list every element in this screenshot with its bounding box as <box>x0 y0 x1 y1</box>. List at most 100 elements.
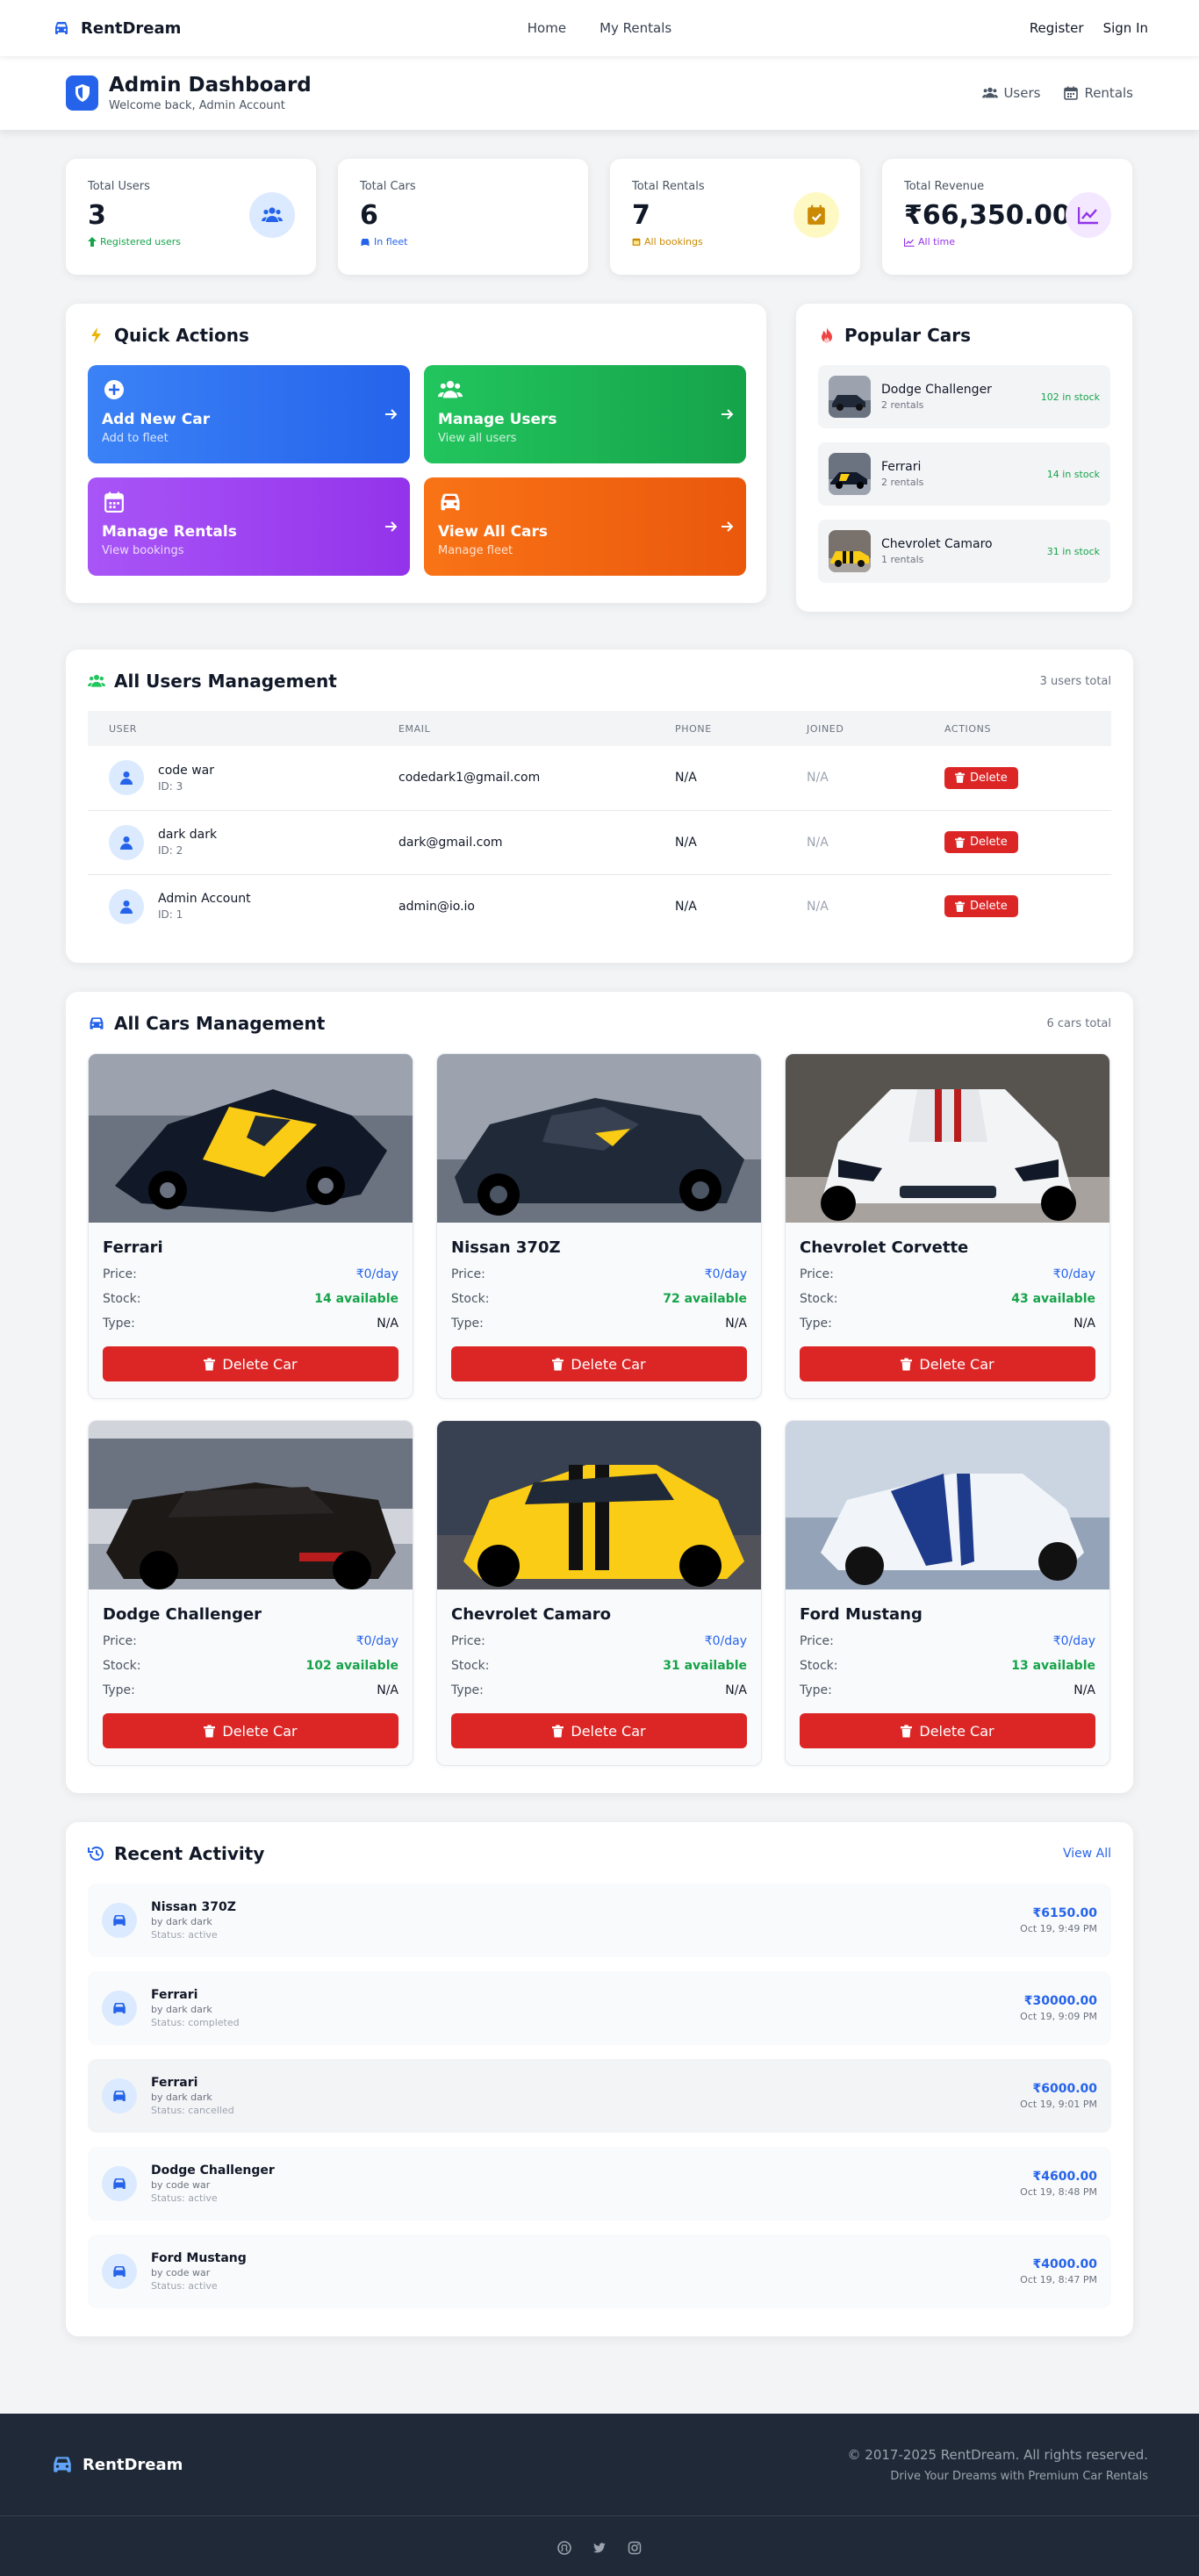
delete-user-button[interactable]: Delete <box>944 895 1018 918</box>
view-all-link[interactable]: View All <box>1063 1847 1111 1861</box>
car-stock: 43 available <box>1011 1292 1095 1306</box>
stock-label: Stock: <box>103 1292 141 1306</box>
table-header-row: USER EMAIL PHONE JOINED ACTIONS <box>88 711 1111 746</box>
delete-user-button[interactable]: Delete <box>944 831 1018 853</box>
user-id: ID: 2 <box>158 844 183 857</box>
car-icon <box>90 1017 104 1030</box>
popular-car-item[interactable]: Chevrolet Camaro 1 rentals 31 in stock <box>818 520 1110 583</box>
instagram-icon[interactable] <box>628 2541 642 2555</box>
brand-logo[interactable]: RentDream <box>51 18 181 39</box>
welcome-text: Welcome back, Admin Account <box>109 99 285 112</box>
car-card: Chevrolet Camaro Price: ₹0/day Stock: 31 a… <box>436 1420 762 1766</box>
car-stock-row: Stock: 14 available <box>103 1292 398 1306</box>
delete-user-button[interactable]: Delete <box>944 766 1018 789</box>
view-all-cars-button[interactable]: View All Cars Manage fleet <box>424 477 746 576</box>
activity-item[interactable]: Nissan 370Z by dark dark Status: active ₹6… <box>88 1884 1111 1957</box>
activity-status: Status: cancelled <box>151 2105 234 2116</box>
admin-rentals-link[interactable]: Rentals <box>1063 85 1133 101</box>
user-email: codedark1@gmail.com <box>377 746 654 811</box>
quick-actions-grid: Add New Car Add to fleet Manage Users Vi… <box>88 365 746 576</box>
site-footer: RentDream © 2017-2025 RentDream. All rig… <box>0 2414 1199 2576</box>
activity-item[interactable]: Ford Mustang by code war Status: active ₹4… <box>88 2235 1111 2308</box>
delete-user-label: Delete <box>970 836 1008 849</box>
stat-foot-text: All bookings <box>644 236 703 248</box>
chart-line-icon <box>904 238 915 247</box>
user-cell: dark dark ID: 2 <box>109 824 377 860</box>
trash-icon <box>204 1724 216 1738</box>
activity-user: by code war <box>151 2179 211 2191</box>
footer-brand[interactable]: RentDream <box>51 2455 183 2474</box>
user-phone: N/A <box>675 899 697 914</box>
activity-item[interactable]: Ferrari by dark dark Status: completed ₹30… <box>88 1971 1111 2045</box>
activity-status: Status: active <box>151 2280 218 2292</box>
delete-car-button[interactable]: Delete Car <box>103 1346 398 1381</box>
activity-amount: ₹4600.00 <box>1032 2170 1097 2184</box>
stock-label: Stock: <box>451 1292 490 1306</box>
car-price: ₹0/day <box>1052 1267 1095 1281</box>
manage-users-button[interactable]: Manage Users View all users <box>424 365 746 463</box>
action-label: Add New Car <box>102 411 211 428</box>
calendar-check-icon <box>793 192 839 238</box>
activity-item[interactable]: Dodge Challenger by code war Status: activ… <box>88 2147 1111 2221</box>
car-type: N/A <box>725 1683 747 1697</box>
car-price: ₹0/day <box>355 1267 398 1281</box>
car-name: Ford Mustang <box>800 1605 923 1624</box>
delete-car-button[interactable]: Delete Car <box>103 1713 398 1748</box>
column-header: JOINED <box>786 711 923 746</box>
activity-item[interactable]: Ferrari by dark dark Status: cancelled ₹60… <box>88 2059 1111 2133</box>
admin-header: Admin Dashboard Welcome back, Admin Acco… <box>0 56 1199 130</box>
user-avatar-icon <box>109 760 144 796</box>
activity-time: Oct 19, 8:47 PM <box>1020 2274 1097 2285</box>
car-stock: 102 available <box>305 1659 398 1673</box>
activity-car: Ford Mustang <box>151 2251 247 2265</box>
arrow-right-icon <box>385 521 398 532</box>
github-icon[interactable] <box>557 2541 571 2555</box>
car-card: Nissan 370Z Price: ₹0/day Stock: 72 availa… <box>436 1053 762 1399</box>
car-thumbnail <box>829 376 871 418</box>
stat-label: Total Cars <box>360 180 416 193</box>
delete-car-button[interactable]: Delete Car <box>800 1713 1095 1748</box>
quick-actions-title-text: Quick Actions <box>114 325 249 346</box>
manage-rentals-button[interactable]: Manage Rentals View bookings <box>88 477 410 576</box>
plus-circle-icon <box>104 380 124 399</box>
nav-my-rentals-link[interactable]: My Rentals <box>600 20 671 36</box>
car-price-row: Price: ₹0/day <box>103 1267 398 1281</box>
table-row: dark dark ID: 2 dark@gmail.com N/A N/A De… <box>88 810 1111 875</box>
stat-foot-text: Registered users <box>100 236 182 248</box>
trash-icon <box>901 1357 913 1371</box>
history-icon <box>88 1846 104 1861</box>
price-label: Price: <box>103 1634 137 1648</box>
popular-car-item[interactable]: Ferrari 2 rentals 14 in stock <box>818 442 1110 506</box>
action-label: View All Cars <box>438 523 549 541</box>
car-price-row: Price: ₹0/day <box>800 1267 1095 1281</box>
cars-grid: Ferrari Price: ₹0/day Stock: 14 available … <box>88 1053 1111 1766</box>
register-link[interactable]: Register <box>1030 20 1084 36</box>
twitter-icon[interactable] <box>592 2541 607 2555</box>
arrow-right-icon <box>722 409 734 420</box>
users-management-panel: All Users Management 3 users total USER … <box>66 649 1133 963</box>
car-card: Dodge Challenger Price: ₹0/day Stock: 102 … <box>88 1420 413 1766</box>
type-label: Type: <box>800 1683 832 1697</box>
activity-amount: ₹30000.00 <box>1023 1994 1097 2008</box>
nav-home-link[interactable]: Home <box>528 20 566 36</box>
actions-row: Quick Actions Add New Car Add to fleet M… <box>66 304 1133 612</box>
delete-car-button[interactable]: Delete Car <box>451 1346 747 1381</box>
sign-in-link[interactable]: Sign In <box>1103 20 1148 36</box>
admin-users-link[interactable]: Users <box>982 85 1040 101</box>
user-avatar-icon <box>109 824 144 860</box>
price-label: Price: <box>451 1267 485 1281</box>
delete-car-button[interactable]: Delete Car <box>800 1346 1095 1381</box>
car-price: ₹0/day <box>704 1634 747 1648</box>
users-icon <box>249 192 295 238</box>
stat-card-cars: Total Cars 6 In fleet <box>338 159 588 275</box>
activity-car: Dodge Challenger <box>151 2163 275 2178</box>
users-header: All Users Management 3 users total <box>88 671 1111 692</box>
car-stock-row: Stock: 102 available <box>103 1659 398 1673</box>
car-photo <box>786 1421 1109 1589</box>
popular-car-item[interactable]: Dodge Challenger 2 rentals 102 in stock <box>818 365 1110 428</box>
delete-car-button[interactable]: Delete Car <box>451 1713 747 1748</box>
column-header: EMAIL <box>377 711 654 746</box>
car-price-row: Price: ₹0/day <box>451 1634 747 1648</box>
activity-user: by code war <box>151 2267 211 2278</box>
add-new-car-button[interactable]: Add New Car Add to fleet <box>88 365 410 463</box>
